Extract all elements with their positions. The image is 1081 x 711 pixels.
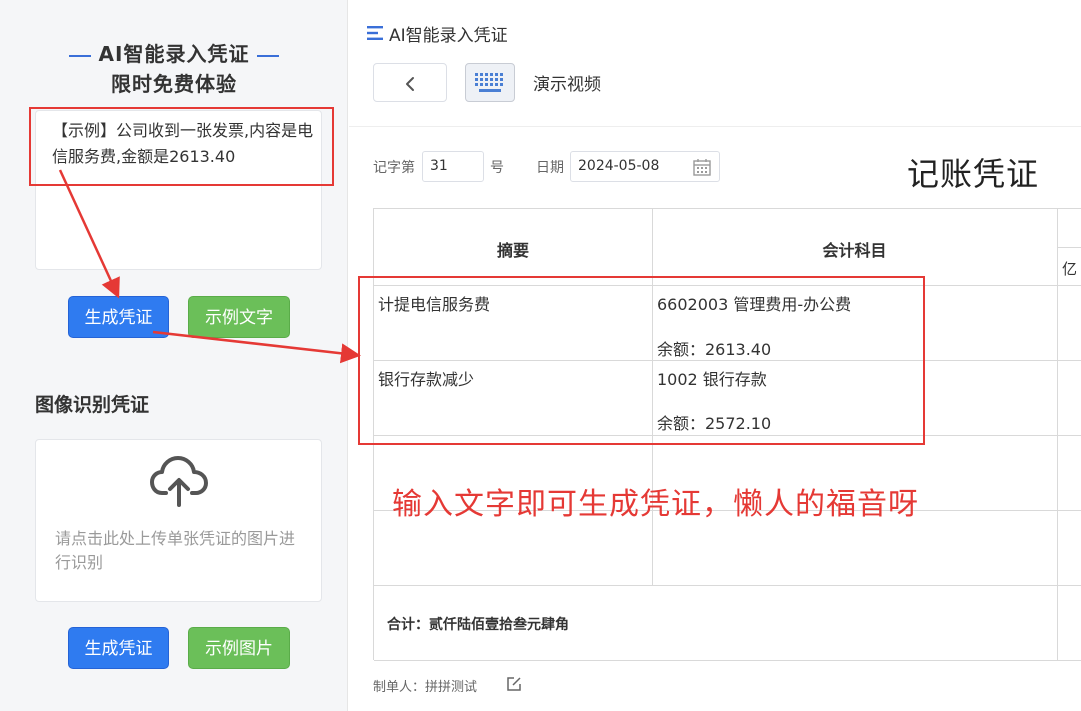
voucher-number-label: 记字第 <box>373 160 415 176</box>
header-summary: 摘要 <box>496 241 529 260</box>
generate-voucher-button[interactable]: 生成凭证 <box>68 296 169 338</box>
promo-title: AI智能录入凭证 <box>0 38 348 67</box>
calendar-icon[interactable] <box>692 157 712 177</box>
image-section-title: 图像识别凭证 <box>35 394 150 416</box>
chevron-left-icon <box>406 77 414 91</box>
annotation-text: 输入文字即可生成凭证，懒人的福音呀 <box>392 487 919 522</box>
title-dash-left <box>68 54 91 57</box>
date-label: 日期 <box>536 160 564 176</box>
header-divider <box>349 126 1081 127</box>
page-title: AI智能录入凭证 <box>389 26 508 46</box>
back-button[interactable] <box>373 63 447 102</box>
generate-voucher-from-image-button[interactable]: 生成凭证 <box>68 627 169 669</box>
upload-hint: 请点击此处上传单张凭证的图片进行识别 <box>55 529 296 572</box>
voucher-number-suffix: 号 <box>490 160 504 176</box>
annotation-box-result <box>358 276 925 445</box>
row-divider <box>1057 247 1081 248</box>
demo-video-link[interactable]: 演示视频 <box>533 70 601 95</box>
keyboard-icon <box>475 73 503 92</box>
creator-label: 制单人：拼拼测试 <box>373 680 478 695</box>
header-account: 会计科目 <box>822 241 887 260</box>
header-unit-yi: 亿 <box>1062 260 1078 278</box>
edit-icon[interactable] <box>506 676 522 692</box>
annotation-box-example <box>29 107 334 186</box>
row-divider <box>374 585 1081 586</box>
promo-subtitle: 限时免费体验 <box>111 72 237 96</box>
menu-icon <box>367 26 383 40</box>
example-image-button[interactable]: 示例图片 <box>188 627 290 669</box>
cloud-upload-icon[interactable] <box>150 455 208 507</box>
keyboard-button[interactable] <box>465 63 515 102</box>
row-divider <box>374 660 1081 661</box>
example-text-button[interactable]: 示例文字 <box>188 296 290 338</box>
total-amount-text: 合计：贰仟陆佰壹拾叁元肆角 <box>387 617 569 633</box>
title-dash-right <box>257 54 280 57</box>
promo-title-text: AI智能录入凭证 <box>98 42 250 66</box>
voucher-number-input[interactable]: 31 <box>422 151 484 182</box>
voucher-title: 记账凭证 <box>907 155 1040 193</box>
